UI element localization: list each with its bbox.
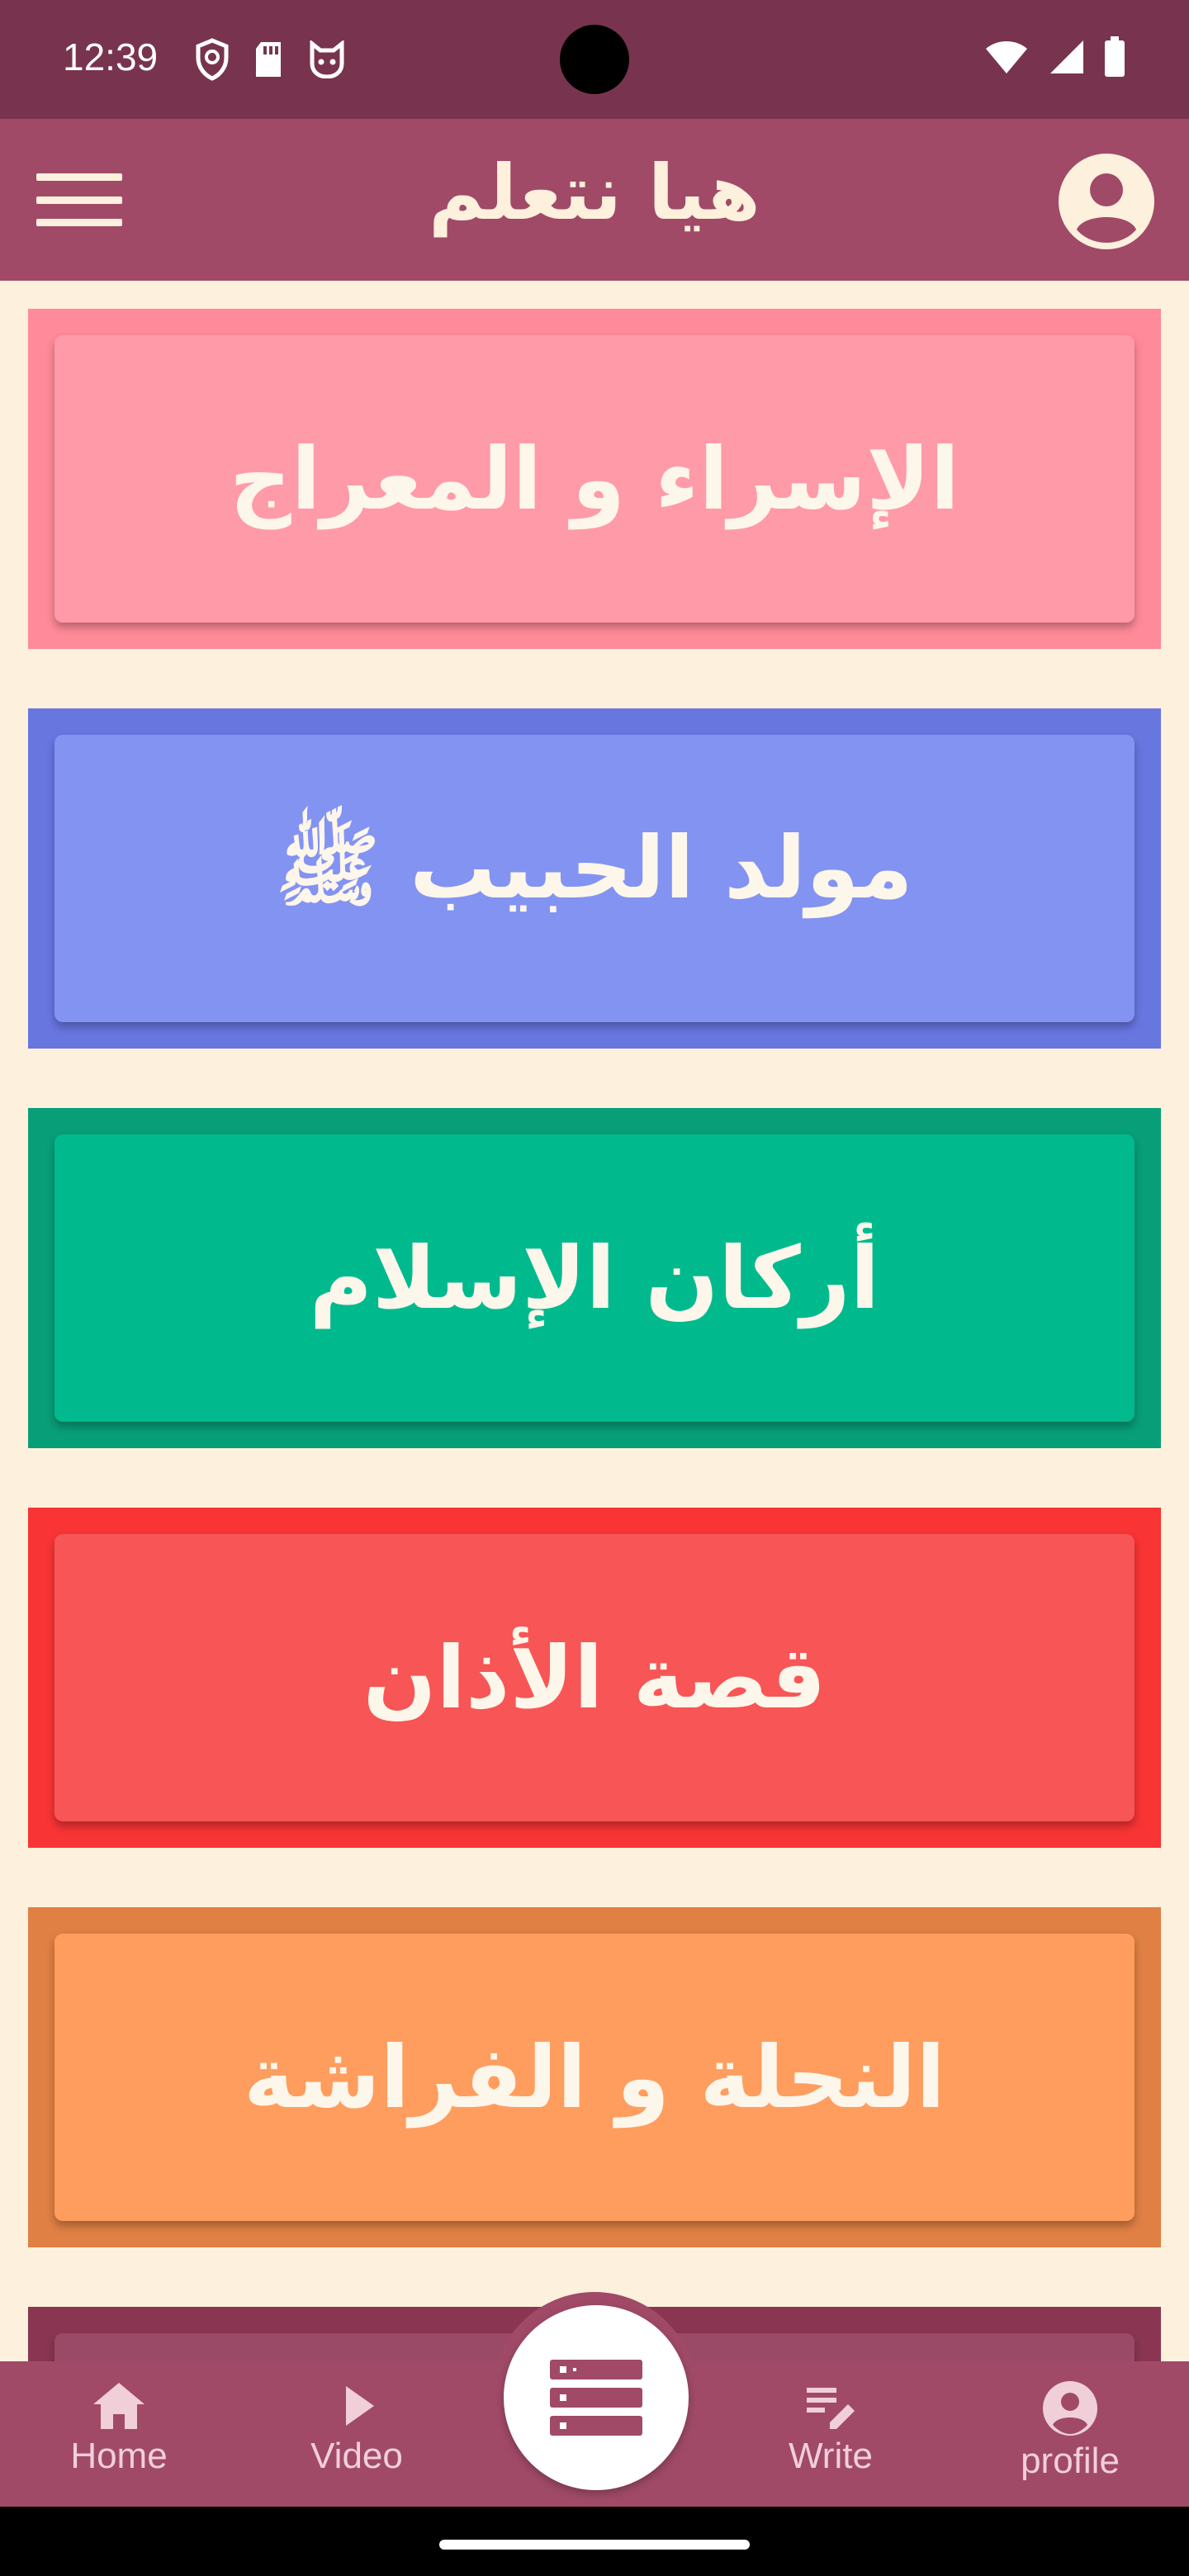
edit-note-icon <box>807 2388 855 2429</box>
lesson-card-button[interactable]: النحلة و الفراشة <box>54 1934 1135 2221</box>
lesson-card[interactable]: قصة الأذان <box>28 1508 1161 1848</box>
home-icon <box>93 2383 144 2429</box>
lesson-card-button[interactable]: قصة الأذان <box>54 1534 1135 1821</box>
wifi-icon <box>984 39 1029 78</box>
lesson-card-label: مولد الحبيب ﷺ <box>276 817 913 918</box>
lesson-card[interactable]: أركان الإسلام <box>28 1108 1161 1448</box>
status-right-icons <box>984 36 1126 81</box>
lesson-card-button[interactable]: الإسراء و المعراج <box>54 335 1135 623</box>
nav-label-video: Video <box>310 2436 403 2476</box>
sd-card-icon <box>253 40 284 82</box>
play-icon <box>346 2386 374 2426</box>
lesson-card-label: النحلة و الفراشة <box>244 2027 945 2128</box>
shield-icon <box>195 38 230 84</box>
lesson-card-label: أركان الإسلام <box>309 1228 880 1328</box>
lesson-card-button[interactable]: أركان الإسلام <box>54 1134 1135 1422</box>
nav-label-write: Write <box>789 2436 873 2476</box>
nav-label-home: Home <box>70 2436 168 2476</box>
gesture-navigation-area <box>0 2507 1189 2576</box>
battery-icon <box>1103 36 1126 81</box>
gesture-handle[interactable] <box>439 2540 750 2550</box>
status-bar: 12:39 <box>0 0 1189 119</box>
nav-item-write[interactable]: Write <box>748 2379 913 2495</box>
lesson-card[interactable]: مولد الحبيب ﷺ <box>28 708 1161 1049</box>
app-bar: هيا نتعلم <box>0 119 1189 281</box>
status-left-icons <box>195 38 347 84</box>
account-circle-icon[interactable] <box>1057 152 1156 251</box>
list-icon <box>550 2360 642 2436</box>
account-circle-icon <box>1043 2381 1097 2436</box>
center-list-fab[interactable] <box>504 2305 689 2490</box>
nav-item-home[interactable]: Home <box>36 2379 201 2495</box>
lesson-card-label: قصة الأذان <box>362 1627 827 1728</box>
status-time: 12:39 <box>63 36 159 78</box>
lesson-card[interactable]: الإسراء و المعراج <box>28 309 1161 649</box>
lesson-card-label: الإسراء و المعراج <box>229 429 960 529</box>
signal-icon <box>1047 39 1085 78</box>
lesson-list: الإسراء و المعراج مولد الحبيب ﷺ أركان ال… <box>28 309 1161 2406</box>
lesson-card[interactable]: النحلة و الفراشة <box>28 1907 1161 2247</box>
nav-item-video[interactable]: Video <box>274 2379 439 2495</box>
cat-icon <box>307 39 347 82</box>
app-title: هيا نتعلم <box>429 149 760 237</box>
camera-cutout <box>560 25 629 94</box>
nav-item-profile[interactable]: profile <box>988 2379 1153 2495</box>
nav-label-profile: profile <box>1021 2441 1120 2481</box>
lesson-card-button[interactable]: مولد الحبيب ﷺ <box>54 735 1135 1022</box>
